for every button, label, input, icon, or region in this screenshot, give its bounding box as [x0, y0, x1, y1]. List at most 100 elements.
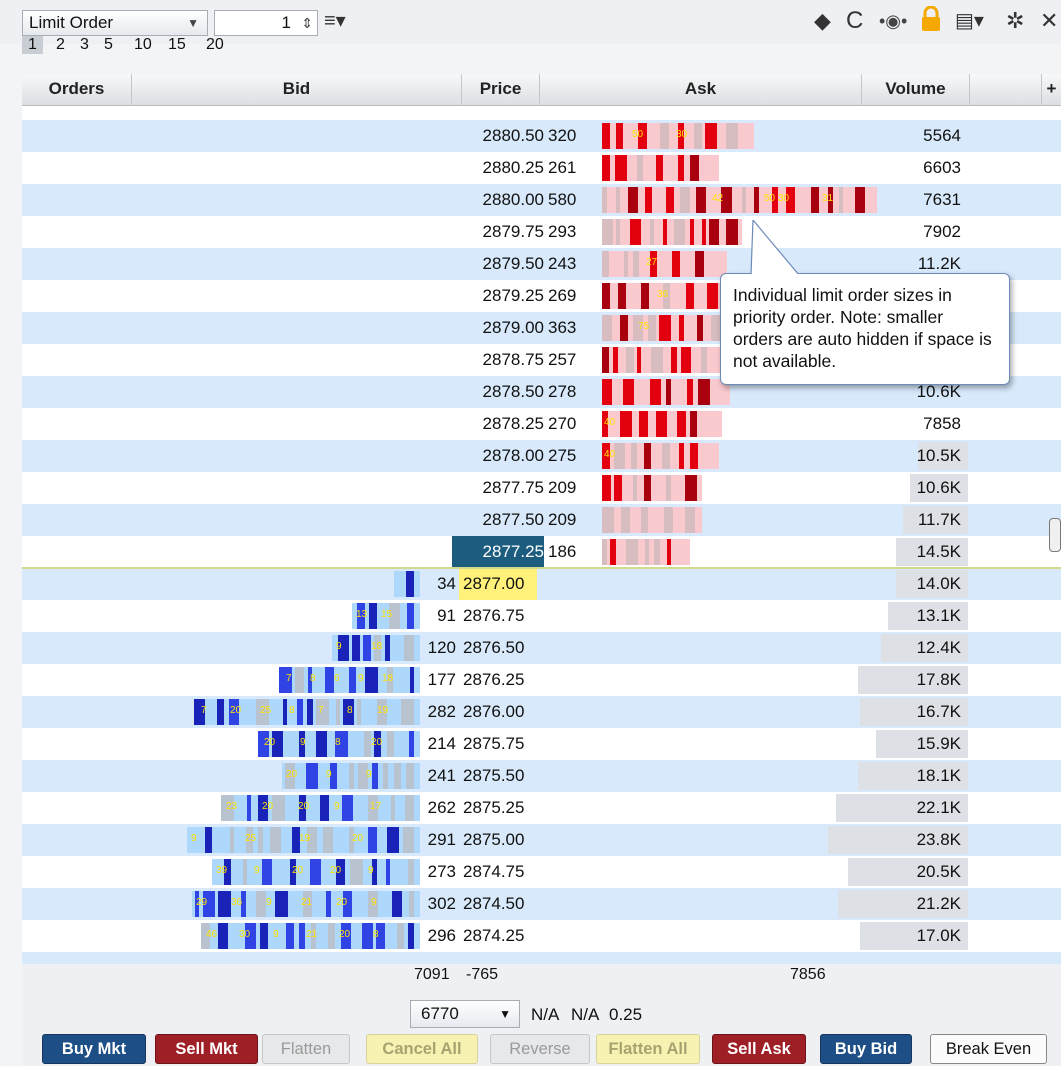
ask-size-cell[interactable]: 580: [548, 184, 576, 216]
ladder-row-partial[interactable]: [22, 952, 1061, 964]
scrollbar-thumb[interactable]: [1049, 518, 1061, 552]
button-break-even[interactable]: Break Even: [930, 1034, 1047, 1064]
bid-size-cell[interactable]: 120: [420, 632, 456, 664]
ladder-row-bid[interactable]: 39 9 20 20 9 273 2874.75 20.5K: [22, 856, 1061, 888]
bid-size-cell[interactable]: 302: [420, 888, 456, 920]
price-cell[interactable]: 2880.50: [452, 120, 544, 152]
button-reverse[interactable]: Reverse: [490, 1034, 590, 1064]
ask-size-cell[interactable]: 270: [548, 408, 576, 440]
ask-size-cell[interactable]: 186: [548, 536, 576, 568]
price-cell[interactable]: 2879.75: [452, 216, 544, 248]
ladder-row-bid[interactable]: 23 20 20 9 17 262 2875.25 22.1K: [22, 792, 1061, 824]
orders-column-header[interactable]: Orders: [22, 74, 132, 106]
bid-size-cell[interactable]: 291: [420, 824, 456, 856]
price-cell[interactable]: 2880.25: [452, 152, 544, 184]
ladder-row-bid[interactable]: 13 15 91 2876.75 13.1K: [22, 600, 1061, 632]
ask-size-cell[interactable]: 261: [548, 152, 576, 184]
button-sell-ask[interactable]: Sell Ask: [712, 1034, 806, 1064]
ladder-row-bid[interactable]: 29 36 9 21 20 9 302 2874.50 21.2K: [22, 888, 1061, 920]
ladder-row-bid[interactable]: 7 20 25 8 7 8 19 282 2876.00 16.7K: [22, 696, 1061, 728]
layout-icon[interactable]: ▤▾: [955, 6, 984, 36]
ladder-row-ask[interactable]: 40 2878.00 275 10.5K: [22, 440, 1061, 472]
ladder-row-ask[interactable]: 2877.50 209 11.7K: [22, 504, 1061, 536]
price-column-header[interactable]: Price: [462, 74, 540, 106]
quick-qty-15[interactable]: 15: [168, 36, 186, 54]
button-buy-mkt[interactable]: Buy Mkt: [42, 1034, 146, 1064]
ladder-row-bid[interactable]: 46 30 9 21 20 8 296 2874.25 17.0K: [22, 920, 1061, 952]
price-cell[interactable]: 2875.25: [459, 792, 537, 824]
ask-size-cell[interactable]: 209: [548, 472, 576, 504]
price-cell[interactable]: 2877.25: [452, 536, 544, 568]
ladder-row-bid[interactable]: 9 25 19 20 291 2875.00 23.8K: [22, 824, 1061, 856]
price-ladder[interactable]: 50 30 2880.50 320 5564 2880.25 261 6603 42 50 30 31…: [22, 106, 1061, 964]
price-cell[interactable]: 2880.00: [452, 184, 544, 216]
quick-qty-3[interactable]: 3: [80, 36, 89, 54]
ask-size-cell[interactable]: 209: [548, 504, 576, 536]
quick-qty-1[interactable]: 1: [22, 36, 43, 54]
ladder-row-bid[interactable]: 9 18 120 2876.50 12.4K: [22, 632, 1061, 664]
price-cell[interactable]: 2878.50: [452, 376, 544, 408]
ask-size-cell[interactable]: 275: [548, 440, 576, 472]
price-cell[interactable]: 2877.50: [452, 504, 544, 536]
price-cell[interactable]: 2878.00: [452, 440, 544, 472]
ask-column-header[interactable]: Ask: [540, 74, 862, 106]
price-cell[interactable]: 2877.75: [452, 472, 544, 504]
ladder-row-ask[interactable]: 50 30 2880.50 320 5564: [22, 120, 1061, 152]
button-buy-bid[interactable]: Buy Bid: [820, 1034, 912, 1064]
bid-size-cell[interactable]: 262: [420, 792, 456, 824]
price-level-select[interactable]: 6770 ▼: [410, 1000, 520, 1028]
price-cell[interactable]: 2876.50: [459, 632, 537, 664]
refresh-icon[interactable]: C: [846, 6, 863, 36]
price-cell[interactable]: 2875.00: [459, 824, 537, 856]
ask-size-cell[interactable]: 269: [548, 280, 576, 312]
bid-size-cell[interactable]: 214: [420, 728, 456, 760]
ask-size-cell[interactable]: 243: [548, 248, 576, 280]
ladder-row-bid[interactable]: 20 9 9 241 2875.50 18.1K: [22, 760, 1061, 792]
ask-size-cell[interactable]: 293: [548, 216, 576, 248]
add-column-button[interactable]: +: [1042, 74, 1061, 106]
price-cell[interactable]: 2874.25: [459, 920, 537, 952]
ask-size-cell[interactable]: 320: [548, 120, 576, 152]
list-menu-icon[interactable]: ≡▾: [324, 8, 346, 33]
price-cell[interactable]: 2878.25: [452, 408, 544, 440]
ladder-row-ask[interactable]: 2877.75 209 10.6K: [22, 472, 1061, 504]
bid-size-cell[interactable]: 91: [420, 600, 456, 632]
price-cell[interactable]: 2878.75: [452, 344, 544, 376]
button-cancel-all[interactable]: Cancel All: [366, 1034, 478, 1064]
ask-size-cell[interactable]: 363: [548, 312, 576, 344]
ladder-row-bid[interactable]: 7 8 6 9 18 177 2876.25 17.8K: [22, 664, 1061, 696]
close-icon[interactable]: ✕: [1040, 6, 1058, 36]
ladder-row-ask[interactable]: 2877.25 186 14.5K: [22, 536, 1061, 568]
bid-column-header[interactable]: Bid: [132, 74, 462, 106]
bid-size-cell[interactable]: 296: [420, 920, 456, 952]
order-type-select[interactable]: Limit Order ▼: [22, 10, 208, 36]
lock-icon[interactable]: [920, 5, 942, 40]
price-cell[interactable]: 2879.50: [452, 248, 544, 280]
quick-qty-2[interactable]: 2: [56, 36, 65, 54]
stepper-arrows-icon[interactable]: ⇕: [301, 11, 313, 35]
quantity-stepper[interactable]: 1 ⇕: [214, 10, 318, 36]
quick-qty-10[interactable]: 10: [134, 36, 152, 54]
button-flatten-all[interactable]: Flatten All: [596, 1034, 700, 1064]
price-cell[interactable]: 2874.50: [459, 888, 537, 920]
price-cell[interactable]: 2879.25: [452, 280, 544, 312]
quick-qty-5[interactable]: 5: [104, 36, 113, 54]
ladder-row-ask[interactable]: 2880.25 261 6603: [22, 152, 1061, 184]
button-flatten[interactable]: Flatten: [262, 1034, 350, 1064]
bid-size-cell[interactable]: 273: [420, 856, 456, 888]
ladder-row-ask[interactable]: 42 50 30 31 2880.00 580 7631: [22, 184, 1061, 216]
eraser-icon[interactable]: ◆: [814, 6, 831, 36]
bid-size-cell[interactable]: 241: [420, 760, 456, 792]
price-cell[interactable]: 2879.00: [452, 312, 544, 344]
bid-size-cell[interactable]: 177: [420, 664, 456, 696]
settings-icon[interactable]: ✲: [1006, 6, 1024, 36]
ladder-row-bid[interactable]: 20 9 8 20 214 2875.75 15.9K: [22, 728, 1061, 760]
ask-size-cell[interactable]: 257: [548, 344, 576, 376]
button-sell-mkt[interactable]: Sell Mkt: [155, 1034, 258, 1064]
price-cell[interactable]: 2875.75: [459, 728, 537, 760]
bid-size-cell[interactable]: 34: [432, 568, 456, 600]
price-cell[interactable]: 2876.25: [459, 664, 537, 696]
ladder-row-partial[interactable]: [22, 106, 1061, 120]
price-cell[interactable]: 2874.75: [459, 856, 537, 888]
center-icon[interactable]: •◉•: [879, 6, 907, 36]
